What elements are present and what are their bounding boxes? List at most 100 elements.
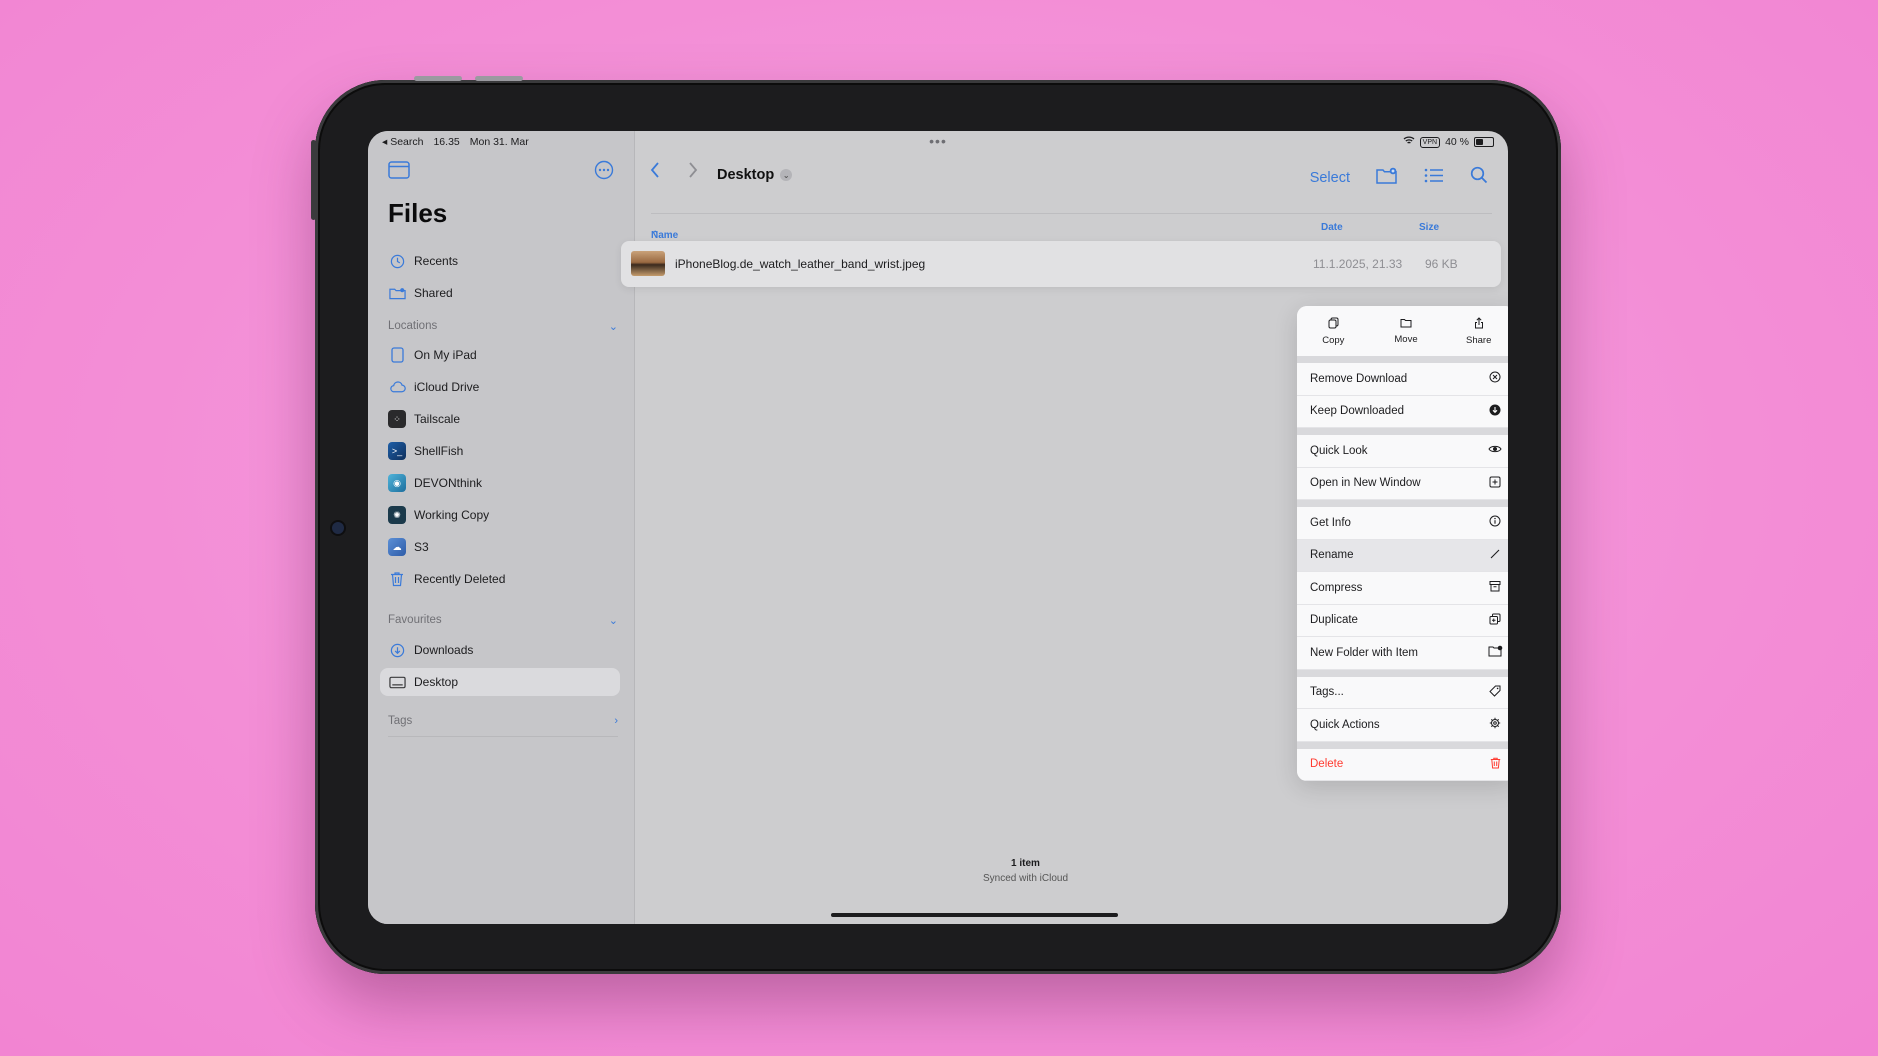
status-date: Mon 31. Mar — [469, 136, 529, 148]
sidebar-item-shellfish[interactable]: >_ ShellFish — [380, 437, 620, 465]
info-icon — [1487, 515, 1503, 530]
sidebar-item-label: DEVONthink — [414, 476, 483, 490]
file-size: 96 KB — [1425, 257, 1458, 271]
menu-separator — [1297, 428, 1508, 435]
menu-separator — [1297, 669, 1508, 677]
divider — [388, 736, 618, 737]
new-folder-icon[interactable] — [1376, 167, 1398, 189]
file-name: iPhoneBlog.de_watch_leather_band_wrist.j… — [675, 257, 926, 271]
list-view-icon[interactable] — [1424, 168, 1444, 188]
x-circle-icon — [1487, 371, 1503, 386]
sidebar-item-icloud-drive[interactable]: iCloud Drive — [380, 373, 620, 401]
sidebar-item-label: Desktop — [414, 675, 459, 689]
menu-item-get-info[interactable]: Get Info — [1297, 507, 1508, 540]
file-thumbnail — [631, 251, 665, 276]
devonthink-icon: ◉ — [388, 474, 406, 492]
share-icon — [1474, 316, 1484, 332]
file-row[interactable]: iPhoneBlog.de_watch_leather_band_wrist.j… — [621, 241, 1501, 287]
sidebar-item-recently-deleted[interactable]: Recently Deleted — [380, 565, 620, 593]
menu-item-quick-actions[interactable]: Quick Actions › — [1297, 709, 1508, 742]
sidebar-item-downloads[interactable]: Downloads — [380, 636, 620, 664]
trash-icon — [388, 570, 406, 588]
menu-item-label: Rename — [1310, 549, 1354, 562]
forward-chevron-icon[interactable] — [687, 161, 699, 185]
tailscale-icon: ⁘ — [388, 410, 406, 428]
location-title[interactable]: Desktop ⌄ — [717, 167, 793, 183]
sync-status: Synced with iCloud — [982, 873, 1069, 884]
sidebar-item-label: S3 — [414, 540, 429, 554]
menu-item-label: Open in New Window — [1310, 477, 1421, 490]
menu-action-label: Share — [1466, 334, 1492, 346]
menu-item-quick-look[interactable]: Quick Look — [1297, 435, 1508, 468]
sidebar-toolbar — [388, 159, 614, 183]
sidebar-item-on-my-ipad[interactable]: On My iPad — [380, 341, 620, 369]
menu-item-label: Get Info — [1310, 516, 1351, 529]
main-content: Desktop ⌄ Select Name ⌃ Date Size iPhone… — [621, 131, 1508, 924]
context-menu: Copy Move Share Remove Download Keep Dow… — [1297, 306, 1508, 781]
archive-icon — [1487, 580, 1503, 595]
sidebar-item-shared[interactable]: Shared — [380, 279, 620, 307]
menu-item-new-folder-with-item[interactable]: New Folder with Item — [1297, 637, 1508, 670]
ipad-frame: Files Recents Shared Locations ⌄ On My i… — [311, 76, 1561, 974]
menu-item-label: Quick Actions — [1310, 718, 1380, 731]
sidebar-item-label: Recents — [414, 254, 459, 268]
menu-quick-actions-row: Copy Move Share — [1297, 306, 1508, 363]
home-indicator[interactable] — [831, 913, 1118, 917]
sidebar-item-s3[interactable]: ☁ S3 — [380, 533, 620, 561]
status-time: 16.35 — [433, 136, 460, 148]
sidebar-item-label: iCloud Drive — [414, 380, 480, 394]
tag-icon — [1487, 685, 1503, 700]
menu-item-open-new-window[interactable]: Open in New Window — [1297, 467, 1508, 500]
column-headers: Name ⌃ Date Size — [651, 213, 1492, 241]
sidebar-item-recents[interactable]: Recents — [380, 247, 620, 275]
sidebar-toggle-icon[interactable] — [388, 161, 410, 179]
sort-ascending-icon: ⌃ — [651, 230, 660, 241]
menu-item-tags[interactable]: Tags... — [1297, 676, 1508, 709]
sidebar-item-label: ShellFish — [414, 444, 464, 458]
ipad-icon — [388, 346, 406, 364]
select-button[interactable]: Select — [1310, 170, 1350, 186]
column-header-date[interactable]: Date — [1321, 222, 1343, 233]
pencil-icon — [1487, 548, 1503, 563]
sidebar-item-tailscale[interactable]: ⁘ Tailscale — [380, 405, 620, 433]
menu-share-button[interactable]: Share — [1442, 306, 1508, 356]
cloud-icon — [388, 378, 406, 396]
search-icon[interactable] — [1470, 166, 1488, 189]
section-header-locations[interactable]: Locations ⌄ — [388, 320, 618, 333]
volume-button — [414, 76, 462, 81]
menu-separator — [1297, 500, 1508, 507]
download-icon — [388, 641, 406, 659]
sidebar-item-desktop[interactable]: Desktop — [380, 668, 620, 696]
menu-item-label: New Folder with Item — [1310, 646, 1419, 659]
sidebar-item-label: On My iPad — [414, 348, 477, 362]
menu-item-keep-downloaded[interactable]: Keep Downloaded — [1297, 395, 1508, 428]
section-header-tags[interactable]: Tags › — [388, 715, 618, 727]
clock-icon — [388, 252, 406, 270]
menu-item-duplicate[interactable]: Duplicate — [1297, 604, 1508, 637]
menu-item-compress[interactable]: Compress — [1297, 572, 1508, 605]
back-chevron-icon[interactable] — [649, 161, 661, 185]
more-options-icon[interactable] — [594, 160, 614, 180]
menu-copy-button[interactable]: Copy — [1297, 306, 1370, 356]
section-label: Locations — [388, 320, 438, 332]
eye-icon — [1487, 444, 1503, 457]
menu-separator — [1297, 741, 1508, 749]
column-header-size[interactable]: Size — [1419, 222, 1439, 233]
working-copy-icon: ✺ — [388, 506, 406, 524]
back-to-app-link[interactable]: ◂ Search — [382, 136, 423, 148]
status-footer: 1 item Synced with iCloud — [589, 858, 1462, 884]
menu-item-remove-download[interactable]: Remove Download — [1297, 363, 1508, 396]
sidebar-title: Files — [388, 198, 448, 228]
menu-item-delete[interactable]: Delete — [1297, 748, 1508, 781]
power-button — [311, 140, 316, 220]
menu-item-rename[interactable]: Rename — [1297, 539, 1508, 572]
trash-icon — [1487, 757, 1503, 772]
menu-item-label: Delete — [1310, 758, 1344, 771]
shellfish-icon: >_ — [388, 442, 406, 460]
menu-move-button[interactable]: Move — [1370, 306, 1443, 356]
sidebar-item-working-copy[interactable]: ✺ Working Copy — [380, 501, 620, 529]
section-label: Tags — [388, 715, 413, 727]
section-header-favourites[interactable]: Favourites ⌄ — [388, 614, 618, 627]
sidebar-item-devonthink[interactable]: ◉ DEVONthink — [380, 469, 620, 497]
menu-item-label: Quick Look — [1310, 444, 1368, 457]
